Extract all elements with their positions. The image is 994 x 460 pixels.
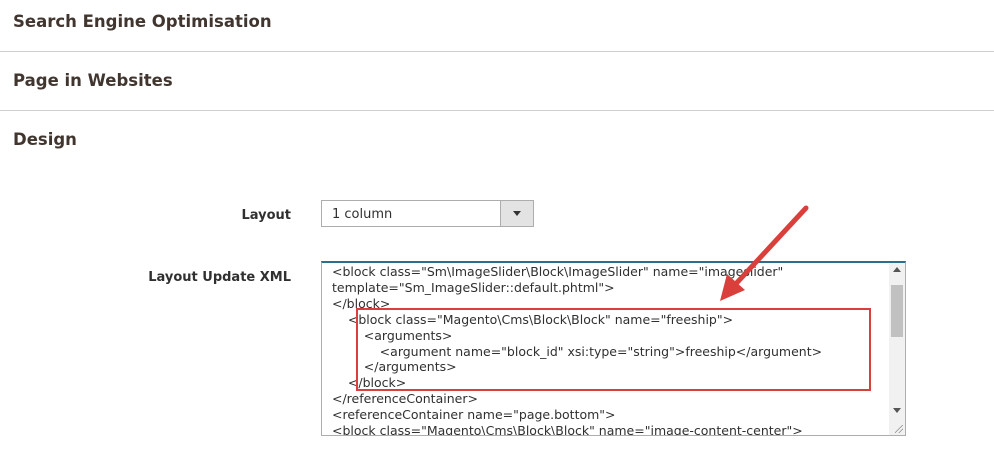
layout-select[interactable]: 1 column [321, 200, 534, 227]
scroll-thumb[interactable] [891, 285, 903, 337]
section-search-engine-optimisation[interactable]: Search Engine Optimisation [13, 12, 993, 31]
code-line: <block class="Magento\Cms\Block\Block" n… [332, 423, 803, 436]
textarea-scrollbar[interactable] [889, 263, 905, 435]
annotation-highlight-box [356, 308, 871, 391]
code-line: <referenceContainer name="page.bottom"> [332, 407, 616, 423]
section-design[interactable]: Design [13, 130, 993, 149]
scroll-up-icon[interactable] [893, 267, 901, 272]
resize-handle-icon[interactable] [895, 425, 903, 433]
layout-selected-value: 1 column [332, 207, 393, 222]
section-title: Page in Websites [13, 71, 173, 90]
code-line: template="Sm_ImageSlider::default.phtml"… [332, 279, 615, 295]
section-title: Design [13, 130, 77, 149]
section-page-in-websites[interactable]: Page in Websites [13, 71, 993, 90]
layout-update-xml-label: Layout Update XML [148, 270, 291, 285]
chevron-down-icon[interactable] [500, 201, 533, 226]
code-line: </referenceContainer> [332, 391, 478, 407]
section-divider [0, 110, 994, 111]
section-title: Search Engine Optimisation [13, 12, 272, 31]
layout-label: Layout [241, 208, 291, 223]
annotation-arrow-icon [720, 205, 809, 301]
scroll-down-icon[interactable] [893, 408, 901, 413]
section-divider [0, 51, 994, 52]
